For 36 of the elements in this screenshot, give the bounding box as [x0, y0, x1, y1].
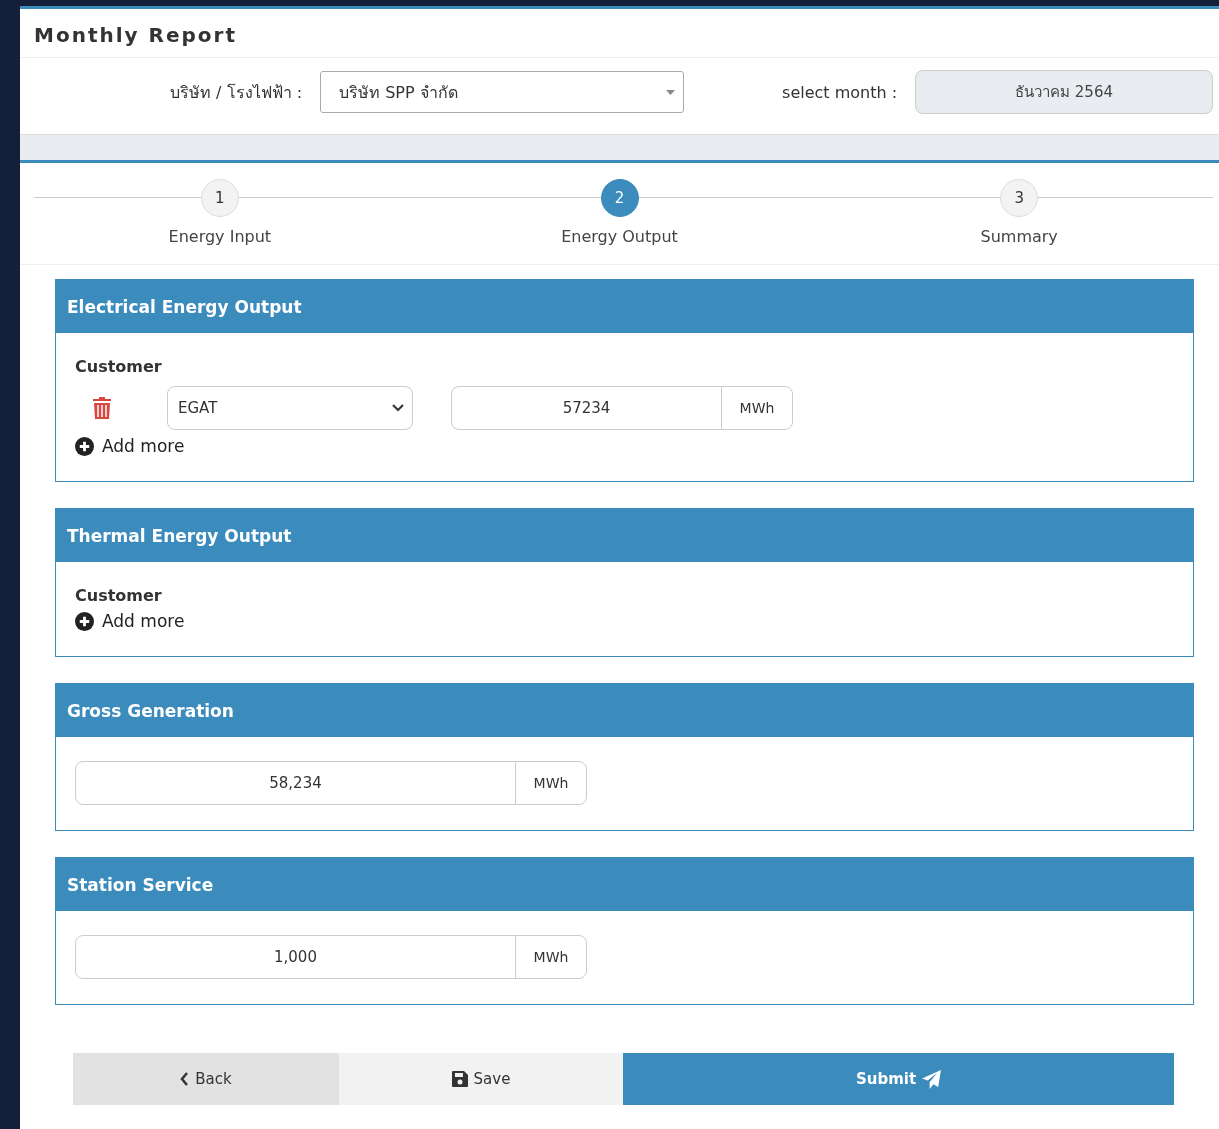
customer-label: Customer: [75, 586, 163, 605]
save-button[interactable]: Save: [339, 1053, 623, 1105]
section-title: Electrical Energy Output: [67, 296, 302, 317]
unit-label: MWh: [515, 936, 586, 978]
submit-button[interactable]: Submit: [623, 1053, 1174, 1105]
unit-label: MWh: [721, 387, 792, 429]
unit-label: MWh: [515, 762, 586, 804]
customer-dropdown[interactable]: EGAT: [167, 386, 413, 430]
section-title: Thermal Energy Output: [67, 525, 292, 546]
chevron-left-icon: [180, 1072, 190, 1086]
plus-icon: [75, 611, 94, 631]
value-field[interactable]: 58,234 MWh: [75, 761, 587, 805]
add-more-button[interactable]: Add more: [75, 611, 1174, 631]
customer-label: Customer: [75, 357, 163, 376]
value-field[interactable]: 57234 MWh: [451, 386, 793, 430]
delete-icon[interactable]: [93, 397, 111, 419]
plus-icon: [75, 436, 94, 456]
step-label: Summary: [980, 227, 1058, 246]
step-circle[interactable]: 3: [1000, 179, 1039, 217]
section-title: Gross Generation: [67, 700, 234, 721]
caret-icon: [666, 89, 676, 95]
month-label: select month :: [782, 82, 898, 102]
month-field[interactable]: ธันวาคม 2564: [915, 70, 1213, 114]
paper-plane-icon: [922, 1069, 942, 1089]
company-dropdown[interactable]: บริษัท SPP จำกัด: [320, 71, 685, 113]
step-label: Energy Output: [561, 227, 678, 246]
add-more-button[interactable]: Add more: [75, 436, 1174, 456]
company-label: บริษัท / โรงไฟฟ้า :: [170, 81, 303, 104]
step-circle[interactable]: 1: [200, 179, 239, 217]
section-title: Station Service: [67, 874, 214, 895]
back-button[interactable]: Back: [73, 1053, 339, 1105]
step-label: Energy Input: [168, 227, 272, 246]
value-field[interactable]: 1,000 MWh: [75, 935, 587, 979]
chevron-icon: [392, 404, 404, 412]
page-title: Monthly Report: [20, 9, 1219, 58]
step-circle[interactable]: 2: [600, 179, 639, 217]
